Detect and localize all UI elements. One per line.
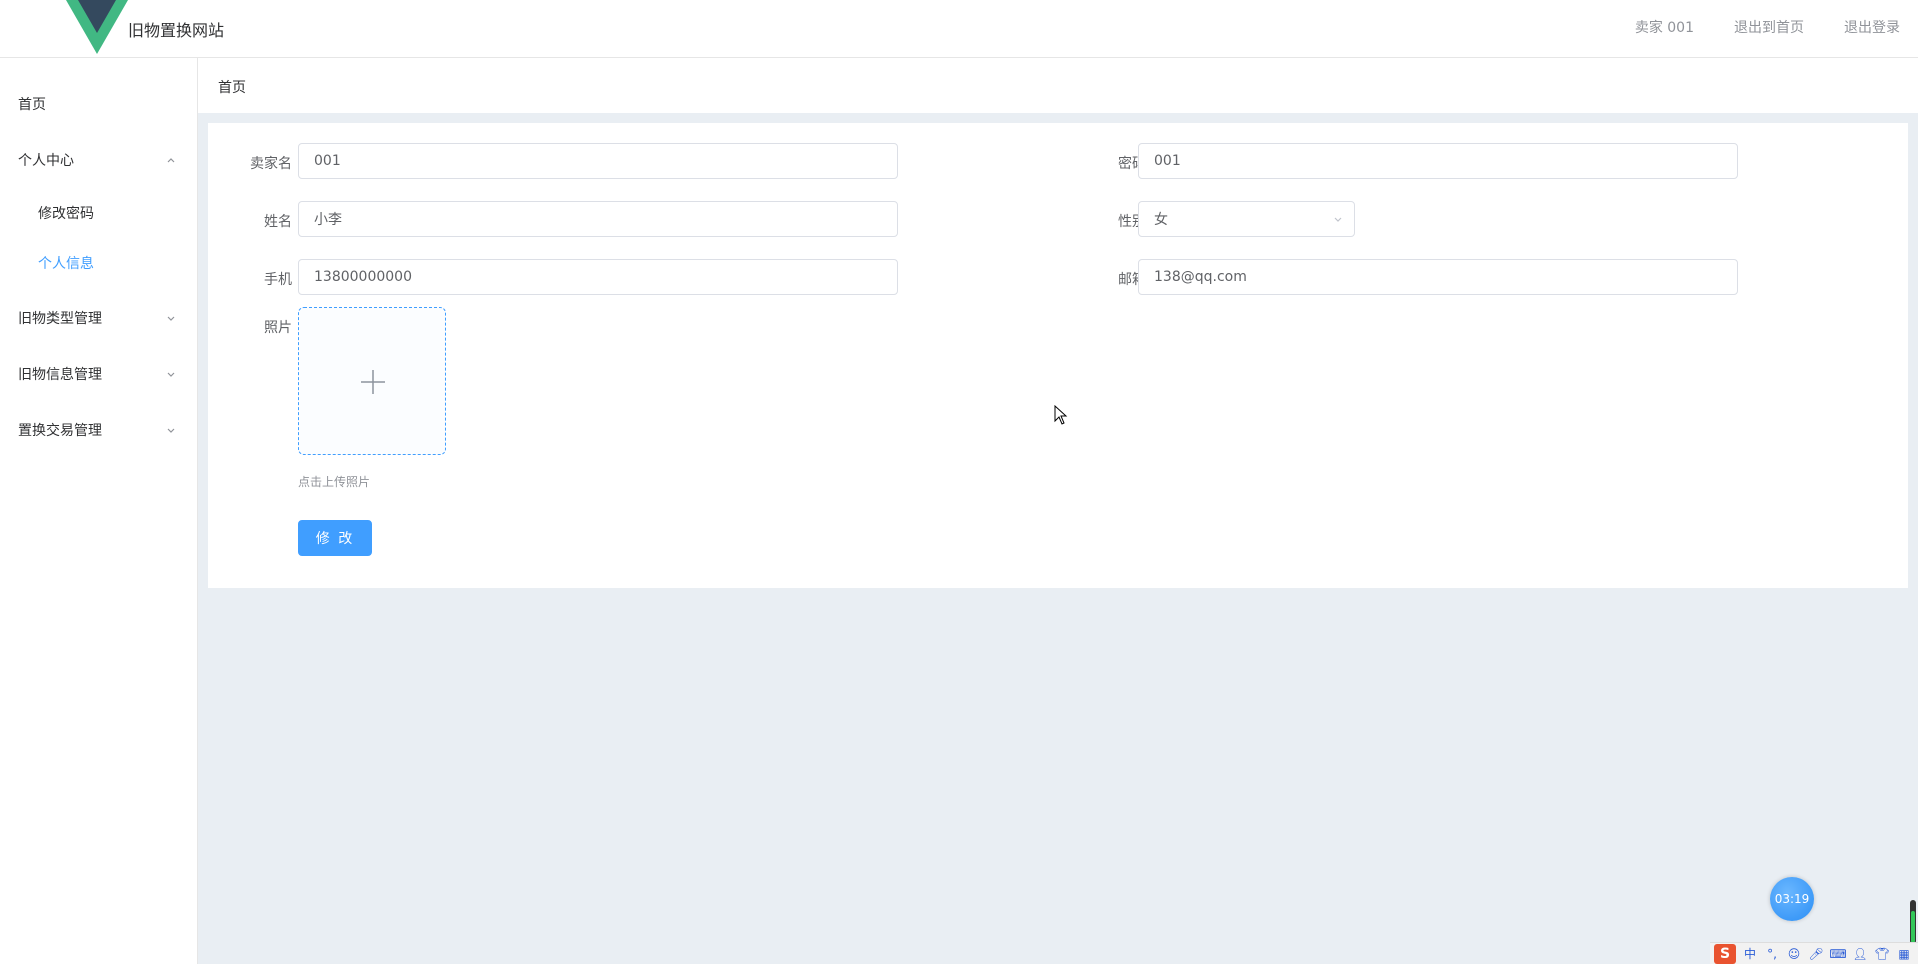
ime-mode-toggle[interactable]: 中	[1742, 946, 1758, 962]
chevron-down-icon	[167, 316, 175, 321]
chevron-down-icon	[167, 372, 175, 377]
header-links: 卖家 001 退出到首页 退出登录	[1635, 17, 1900, 37]
chevron-down-icon	[1334, 217, 1342, 222]
sogou-ime-logo-icon[interactable]: S	[1714, 943, 1736, 964]
breadcrumb[interactable]: 首页	[218, 77, 246, 97]
password-input[interactable]	[1138, 143, 1738, 179]
sidebar-menu: 首页 个人中心 修改密码 个人信息 旧物类型管理 旧物信息管理 置换交易管理	[0, 58, 198, 964]
sidebar-item-home[interactable]: 首页	[0, 76, 197, 132]
floating-timer[interactable]: 03:19	[1770, 877, 1814, 921]
back-to-home-link[interactable]: 退出到首页	[1734, 17, 1804, 37]
sidebar-item-item-info-management[interactable]: 旧物信息管理	[0, 346, 197, 402]
sidebar-item-item-type-management[interactable]: 旧物类型管理	[0, 290, 197, 346]
plus-icon	[361, 370, 385, 394]
password-label: 密码	[1118, 156, 1146, 172]
seller-name-input[interactable]	[298, 143, 898, 179]
sidebar-item-change-password[interactable]: 修改密码	[0, 188, 197, 238]
sidebar-item-label: 置换交易管理	[18, 423, 102, 439]
chevron-up-icon	[167, 158, 175, 163]
sidebar-item-personal-info[interactable]: 个人信息	[0, 238, 197, 288]
toolbox-icon[interactable]: ▦	[1896, 946, 1912, 962]
sidebar-item-label: 个人信息	[38, 256, 94, 272]
phone-input[interactable]	[298, 259, 898, 295]
sidebar-item-label: 个人中心	[18, 153, 74, 169]
breadcrumb-bar: 首页	[198, 58, 1918, 113]
seller-name-label: 卖家名	[250, 156, 292, 172]
sidebar-item-label: 首页	[18, 97, 46, 113]
skin-icon[interactable]: 👕︎	[1874, 946, 1890, 962]
top-header: 旧物置换网站 卖家 001 退出到首页 退出登录	[0, 0, 1918, 58]
sidebar-item-label: 修改密码	[38, 206, 94, 222]
punctuation-icon[interactable]: °,	[1764, 946, 1780, 962]
ime-toolbar: S 中 °, ☺ 🎤︎ ⌨ 👤︎ 👕︎ ▦	[1710, 942, 1918, 964]
sidebar-item-label: 旧物类型管理	[18, 311, 102, 327]
name-label: 姓名	[264, 214, 292, 230]
sidebar-item-label: 旧物信息管理	[18, 367, 102, 383]
name-input[interactable]	[298, 201, 898, 237]
email-input[interactable]	[1138, 259, 1738, 295]
user-icon[interactable]: 👤︎	[1852, 946, 1868, 962]
sidebar-item-exchange-management[interactable]: 置换交易管理	[0, 402, 197, 458]
photo-uploader[interactable]	[298, 307, 446, 455]
vue-logo-icon	[66, 0, 128, 54]
site-title: 旧物置换网站	[128, 21, 225, 40]
keyboard-icon[interactable]: ⌨	[1829, 946, 1846, 962]
main-content: 卖家名 密码 姓名 性别 女 手机 邮箱 照片 点击上传照片 修 改	[198, 113, 1918, 964]
sidebar-item-personal-center[interactable]: 个人中心	[0, 132, 197, 188]
email-label: 邮箱	[1118, 272, 1146, 288]
modify-button[interactable]: 修 改	[298, 520, 372, 556]
mouse-cursor-icon	[1054, 405, 1068, 425]
logout-link[interactable]: 退出登录	[1844, 17, 1900, 37]
microphone-icon[interactable]: 🎤︎	[1808, 946, 1824, 962]
gender-selected-value: 女	[1154, 212, 1168, 228]
photo-label: 照片	[264, 320, 292, 336]
chevron-down-icon	[167, 428, 175, 433]
gender-label: 性别	[1118, 214, 1146, 230]
emoji-icon[interactable]: ☺	[1786, 946, 1802, 962]
personal-info-form: 卖家名 密码 姓名 性别 女 手机 邮箱 照片 点击上传照片 修 改	[208, 123, 1908, 588]
photo-upload-tip: 点击上传照片	[298, 475, 371, 489]
current-user-label[interactable]: 卖家 001	[1635, 17, 1694, 37]
gender-select[interactable]: 女	[1138, 201, 1355, 237]
volume-indicator	[1910, 900, 1916, 944]
phone-label: 手机	[264, 272, 292, 288]
